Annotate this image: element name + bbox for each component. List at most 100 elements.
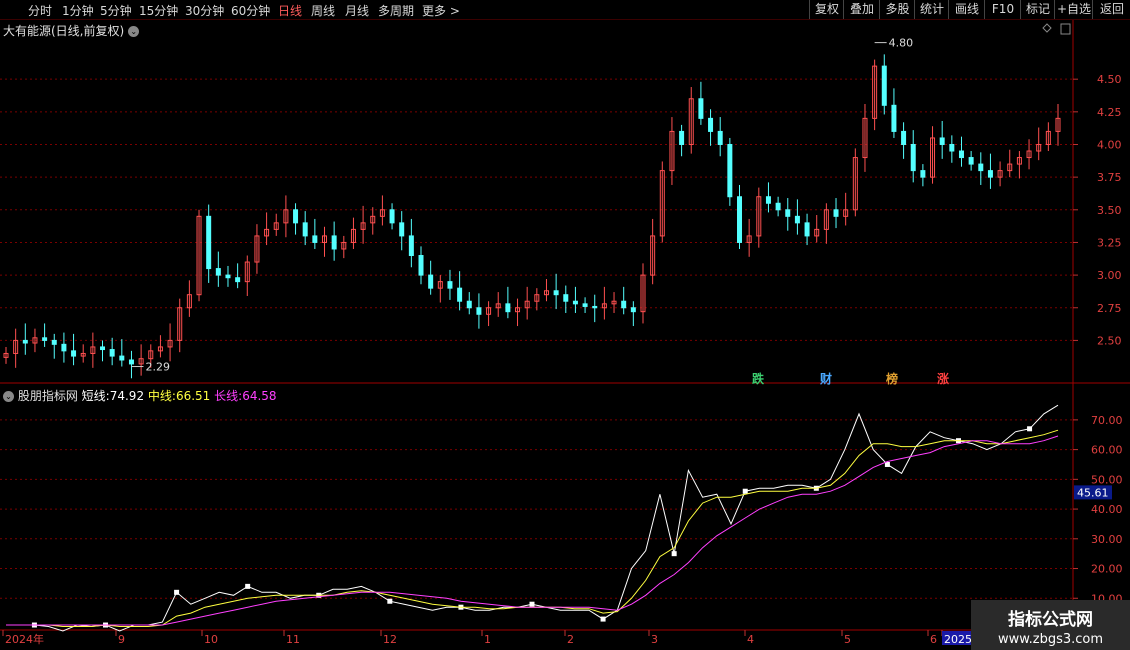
time-axis-label: 11 xyxy=(286,633,300,646)
candle-body xyxy=(563,294,569,302)
candle-body xyxy=(794,215,800,224)
candle-body xyxy=(61,343,67,352)
time-axis-label: 2024年 xyxy=(5,632,44,646)
price-tick-label: 3.75 xyxy=(1097,171,1122,184)
candle-body xyxy=(582,303,588,307)
indicator-tick-label: 30.00 xyxy=(1091,533,1123,546)
time-axis-label: 9 xyxy=(118,633,125,646)
short-line-label: 短线: xyxy=(81,389,110,403)
indicator-tick-label: 70.00 xyxy=(1091,414,1123,427)
candle-body xyxy=(302,222,308,237)
mid-line-label: 中线: xyxy=(147,389,176,403)
signal-point xyxy=(671,551,677,557)
event-marker[interactable]: 跌 xyxy=(752,370,764,387)
event-marker[interactable]: 财 xyxy=(820,370,832,387)
candle-body xyxy=(51,339,57,345)
candle-body xyxy=(727,143,733,198)
candle-body xyxy=(71,350,77,357)
candle-body xyxy=(804,222,810,237)
watermark-url: www.zbgs3.com xyxy=(997,632,1104,647)
candle-body xyxy=(939,137,945,145)
candle-body xyxy=(621,300,627,309)
signal-point xyxy=(742,488,748,494)
candle-body xyxy=(949,143,955,152)
indicator-tick-label: 50.00 xyxy=(1091,473,1123,486)
candle-body xyxy=(408,235,414,257)
candle-body xyxy=(833,209,839,217)
time-axis-label: 4 xyxy=(747,633,754,646)
candle-body xyxy=(119,355,125,361)
price-tick-label: 3.50 xyxy=(1097,204,1122,217)
chart-area[interactable]: 4.50 4.25 4.00 3.75 3.50 3.25 3.00 2.75 2.50 4.80… xyxy=(0,0,1130,650)
time-axis-label: 5 xyxy=(844,633,851,646)
candle-body xyxy=(389,209,395,224)
watermark-title: 指标公式网 xyxy=(1008,610,1093,630)
candle-body xyxy=(987,170,993,178)
candle-body xyxy=(225,274,231,279)
panel-toggle-icon xyxy=(1060,23,1071,35)
price-tick-label: 3.00 xyxy=(1097,269,1122,282)
short-line-value: 74.92 xyxy=(109,389,145,403)
signal-point xyxy=(174,589,180,595)
event-marker[interactable]: 涨 xyxy=(937,370,949,387)
time-axis-label: 6 xyxy=(930,633,937,646)
candle-body xyxy=(42,337,48,341)
candle-body xyxy=(592,305,598,309)
candle-body xyxy=(765,196,771,204)
candle-body xyxy=(331,235,337,250)
indicator-tick-label: 60.00 xyxy=(1091,444,1123,457)
candle-body xyxy=(881,65,887,106)
candle-body xyxy=(215,268,221,276)
candle-body xyxy=(22,339,28,344)
indicator-tick-label: 20.00 xyxy=(1091,563,1123,576)
candle-body xyxy=(901,130,907,145)
candle-body xyxy=(312,235,318,243)
price-tick-label: 4.50 xyxy=(1097,73,1122,86)
candle-body xyxy=(785,209,791,217)
current-value-marker-label: 45.61 xyxy=(1077,486,1109,499)
candle-body xyxy=(399,222,405,237)
candle-body xyxy=(505,303,511,313)
signal-point xyxy=(600,616,606,622)
signal-point xyxy=(387,598,393,604)
candle-body xyxy=(891,104,897,132)
candle-body xyxy=(679,130,685,145)
high-price-label: 4.80 xyxy=(889,37,914,50)
candle-body xyxy=(100,346,106,351)
price-tick-label: 2.50 xyxy=(1097,334,1122,347)
candle-body xyxy=(476,307,482,315)
long-line-value: 64.58 xyxy=(242,389,277,403)
time-axis-label: 2 xyxy=(567,633,574,646)
time-axis-label: 3 xyxy=(651,633,658,646)
time-axis-label: 12 xyxy=(383,633,397,646)
candle-body xyxy=(958,150,964,159)
candle-body xyxy=(910,143,916,172)
chevron-down-icon[interactable]: ⌄ xyxy=(3,391,14,402)
event-marker[interactable]: 榜 xyxy=(886,370,898,387)
candle-body xyxy=(418,255,424,276)
candle-body xyxy=(128,359,134,365)
time-axis-label: 10 xyxy=(204,633,218,646)
candle-body xyxy=(968,157,974,165)
candle-body xyxy=(466,300,472,309)
candle-body xyxy=(717,130,723,145)
indicator-line-1 xyxy=(6,429,1059,627)
candle-body xyxy=(775,202,781,211)
candle-body xyxy=(293,209,299,224)
indicator-name: 股朋指标网 xyxy=(17,389,78,403)
candle-body xyxy=(206,215,212,270)
candle-body xyxy=(630,307,636,313)
candle-body xyxy=(920,170,926,178)
price-tick-label: 4.00 xyxy=(1097,138,1122,151)
watermark: 指标公式网 www.zbgs3.com xyxy=(971,600,1130,650)
candle-body xyxy=(109,349,115,357)
candle-body xyxy=(447,281,453,289)
candle-body xyxy=(708,117,714,132)
price-tick-label: 3.25 xyxy=(1097,236,1122,249)
candle-body xyxy=(457,287,463,302)
candle-body xyxy=(698,98,704,119)
indicator-tick-label: 40.00 xyxy=(1091,503,1123,516)
indicator-title: ⌄ 股朋指标网 短线:74.92 中线:66.51 长线:64.58 xyxy=(3,387,277,404)
candle-body xyxy=(572,300,578,305)
low-price-label: 2.29 xyxy=(145,361,170,374)
